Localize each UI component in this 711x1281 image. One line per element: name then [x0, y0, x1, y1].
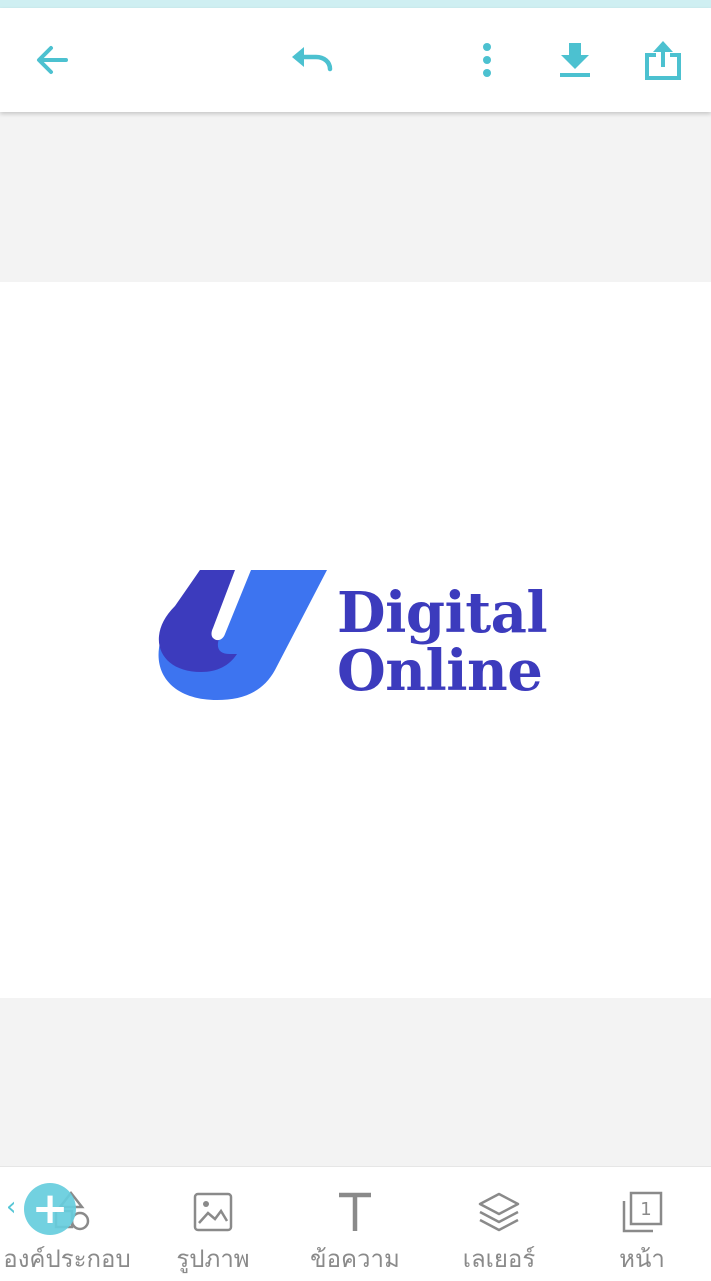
top-toolbar [0, 8, 711, 112]
undo-button[interactable] [277, 8, 347, 112]
page-count-badge: 1 [640, 1199, 651, 1220]
status-strip [0, 0, 711, 8]
image-icon [190, 1189, 236, 1235]
add-button[interactable]: + [24, 1183, 76, 1235]
pages-icon: 1 [619, 1189, 665, 1235]
bottom-nav: องค์ประกอบ รูปภาพ ข้อความ เลเยอร์ 1 หน้า [0, 1166, 711, 1281]
tab-pages[interactable]: 1 หน้า [571, 1167, 711, 1281]
add-icon: + [31, 1183, 69, 1234]
tab-text[interactable]: ข้อความ [284, 1167, 426, 1281]
share-icon [645, 41, 681, 80]
undo-icon [292, 47, 333, 72]
logo-u-icon [158, 570, 327, 700]
layers-icon [476, 1189, 522, 1235]
download-button[interactable] [540, 8, 610, 112]
download-icon [560, 43, 590, 77]
more-vertical-icon [483, 43, 491, 77]
text-icon [332, 1189, 378, 1235]
tab-images[interactable]: รูปภาพ [142, 1167, 284, 1281]
logo-text: Digital Online [337, 580, 548, 704]
chevron-left-icon[interactable]: ‹ [6, 1192, 16, 1222]
back-button[interactable] [17, 8, 87, 112]
tab-pages-label: หน้า [619, 1245, 665, 1273]
logo-text-line1: Digital [337, 580, 548, 646]
tab-layers[interactable]: เลเยอร์ [428, 1167, 570, 1281]
logo-text-line2: Online [337, 638, 543, 704]
tab-layers-label: เลเยอร์ [462, 1245, 536, 1273]
arrow-left-icon [37, 46, 68, 74]
tab-images-label: รูปภาพ [176, 1245, 250, 1273]
share-button[interactable] [628, 8, 698, 112]
more-options-button[interactable] [452, 8, 522, 112]
tab-text-label: ข้อความ [310, 1245, 400, 1273]
